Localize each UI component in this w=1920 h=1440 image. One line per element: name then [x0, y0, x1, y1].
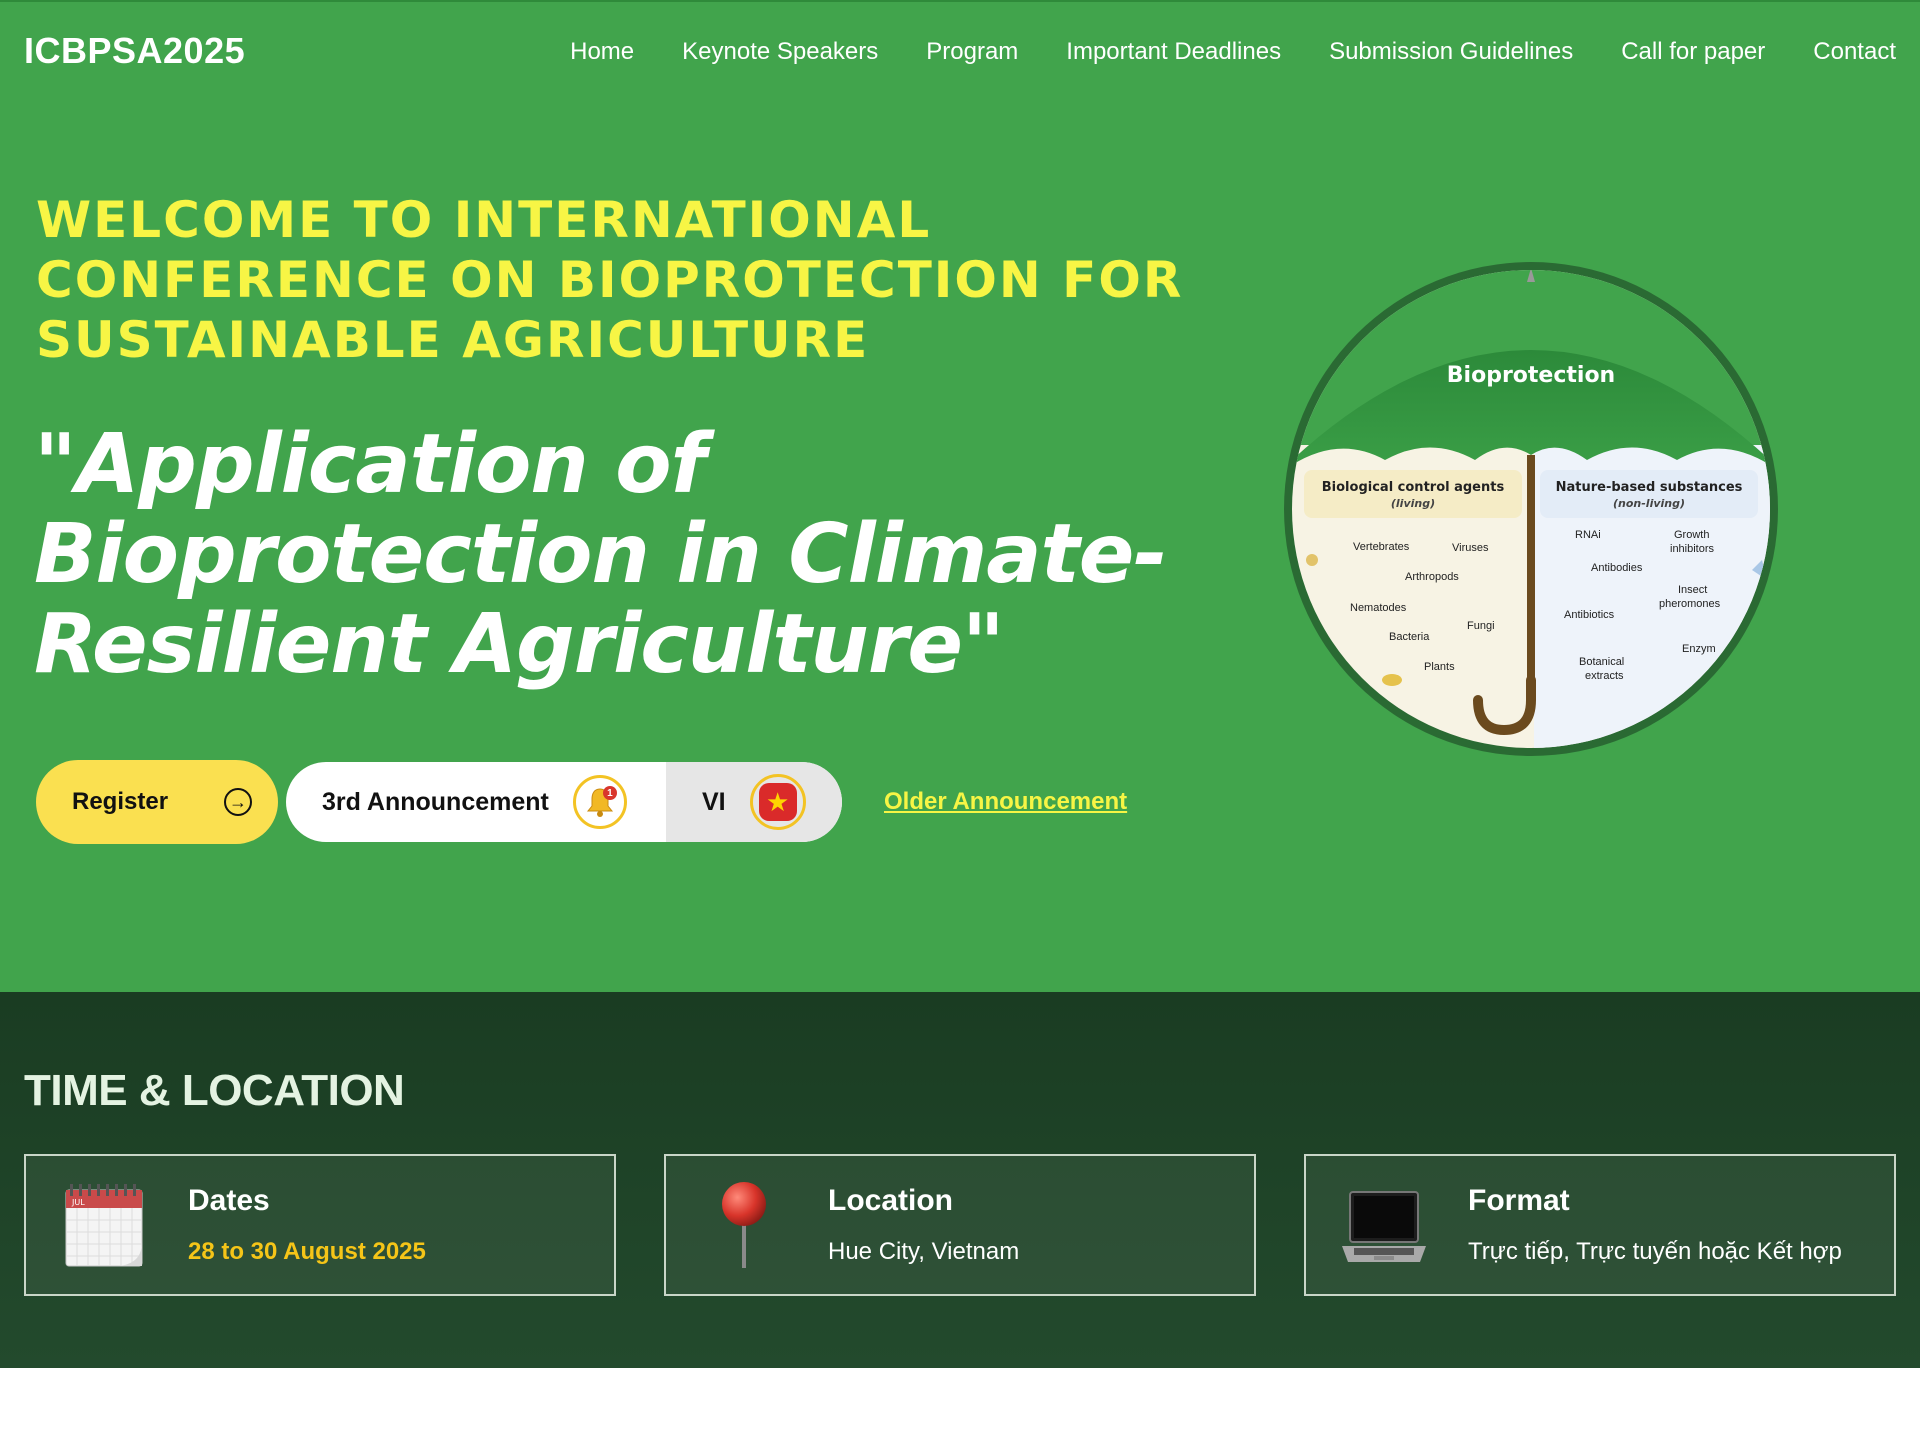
nav-submission-guidelines[interactable]: Submission Guidelines: [1329, 38, 1573, 66]
conference-theme: "Application of Bioprotection in Climate…: [34, 417, 1167, 692]
calendar-icon: JUL: [65, 1184, 143, 1267]
location-card: Location Hue City, Vietnam: [664, 1154, 1256, 1296]
section-title: TIME & LOCATION: [24, 1066, 405, 1115]
language-label: VI: [702, 787, 726, 816]
nav-contact[interactable]: Contact: [1813, 38, 1896, 66]
hero-actions: Register → 3rd Announcement 1 VI ★ Older…: [36, 760, 1127, 844]
nav-home[interactable]: Home: [570, 38, 634, 66]
illustration-item: Antibiotics: [1564, 609, 1615, 621]
illustration-item: extracts: [1585, 670, 1624, 682]
illustration-item: Enzym: [1682, 643, 1716, 655]
hero-section: ICBPSA2025 Home Keynote Speakers Program…: [0, 0, 1920, 992]
dates-value: 28 to 30 August 2025: [188, 1238, 426, 1265]
main-nav: Home Keynote Speakers Program Important …: [570, 38, 1896, 66]
page: ICBPSA2025 Home Keynote Speakers Program…: [0, 0, 1920, 1440]
format-value: Trực tiếp, Trực tuyến hoặc Kết hợp: [1468, 1238, 1842, 1265]
register-button[interactable]: Register →: [36, 760, 278, 844]
calendar-month-label: JUL: [71, 1198, 85, 1207]
dates-label: Dates: [188, 1184, 270, 1217]
brand-logo[interactable]: ICBPSA2025: [24, 30, 245, 72]
navbar: ICBPSA2025 Home Keynote Speakers Program…: [0, 2, 1920, 100]
arrow-right-icon: →: [224, 788, 252, 816]
location-value: Hue City, Vietnam: [828, 1238, 1020, 1265]
illustration-title: Bioprotection: [1447, 363, 1615, 388]
illustration-item: Bacteria: [1389, 631, 1430, 643]
illustration-item: Insect: [1678, 584, 1707, 596]
illustration-item: Fungi: [1467, 620, 1495, 632]
dates-card: JUL Dates 28 to 30 August 2025: [24, 1154, 616, 1296]
illustration-left-sub: (living): [1391, 497, 1435, 510]
flag-star-icon: ★: [758, 783, 797, 821]
language-switch-vi[interactable]: VI ★: [666, 762, 842, 842]
illustration-item: Antibodies: [1591, 562, 1643, 574]
illustration-right-sub: (non-living): [1613, 497, 1685, 510]
nav-keynote-speakers[interactable]: Keynote Speakers: [682, 38, 878, 66]
nav-important-deadlines[interactable]: Important Deadlines: [1066, 38, 1281, 66]
nav-program[interactable]: Program: [926, 38, 1018, 66]
announcement-label: 3rd Announcement: [322, 787, 549, 816]
notification-badge: 1: [602, 786, 617, 800]
register-label: Register: [72, 788, 169, 815]
illustration-left-heading: Biological control agents: [1322, 480, 1505, 495]
illustration-item: Growth: [1674, 529, 1709, 541]
illustration-right-heading: Nature-based substances: [1556, 480, 1743, 495]
illustration-item: inhibitors: [1670, 543, 1715, 555]
location-label: Location: [828, 1184, 953, 1217]
illustration-item: RNAi: [1575, 529, 1601, 541]
pushpin-icon: [722, 1182, 766, 1268]
illustration-item: Plants: [1424, 661, 1455, 673]
format-card: Format Trực tiếp, Trực tuyến hoặc Kết hợ…: [1304, 1154, 1896, 1296]
illustration-item: Botanical: [1579, 656, 1624, 668]
illustration-item: Viruses: [1452, 542, 1489, 554]
welcome-heading: WELCOME TO INTERNATIONAL CONFERENCE ON B…: [36, 191, 1184, 369]
illustration-item: Arthropods: [1405, 571, 1459, 583]
illustration-item: Vertebrates: [1353, 541, 1410, 553]
time-location-section: TIME & LOCATION JUL Dates 28 to 30 Augus…: [0, 992, 1920, 1368]
bell-icon: 1: [572, 775, 627, 829]
bioprotection-umbrella-illustration: Bioprotection Biological control agents …: [1284, 262, 1778, 756]
announcement-group: 3rd Announcement 1 VI ★: [286, 762, 842, 842]
illustration-item: Nematodes: [1350, 602, 1407, 614]
older-announcement-link[interactable]: Older Announcement: [884, 788, 1127, 816]
illustration-item: pheromones: [1659, 598, 1721, 610]
announcement-button[interactable]: 3rd Announcement 1: [286, 762, 666, 842]
nav-call-for-paper[interactable]: Call for paper: [1621, 38, 1765, 66]
format-label: Format: [1468, 1184, 1570, 1217]
laptop-icon: [1342, 1191, 1426, 1262]
vietnam-flag-icon: ★: [749, 774, 806, 830]
